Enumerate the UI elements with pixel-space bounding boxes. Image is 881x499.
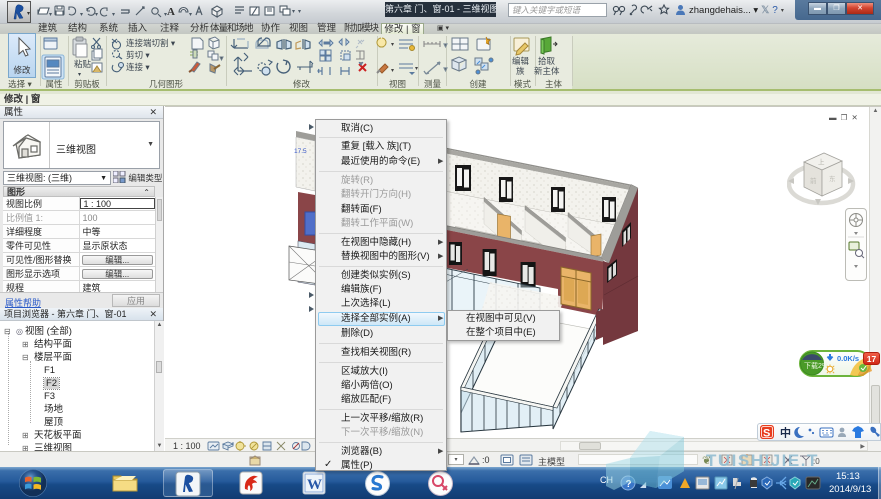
svg-text:A: A	[167, 6, 175, 18]
svg-text:族: 族	[516, 66, 525, 76]
svg-text:▾: ▾	[95, 12, 98, 18]
svg-text:▾: ▾	[220, 56, 223, 62]
svg-text:新主体: 新主体	[534, 66, 560, 76]
svg-text:▾: ▾	[391, 68, 394, 74]
svg-text:下载2%: 下载2%	[804, 361, 828, 370]
svg-text:TUISHIJIE.T: TUISHIJIE.T	[706, 451, 819, 470]
svg-text:中: 中	[780, 426, 791, 440]
svg-text:▾: ▾	[415, 66, 418, 72]
svg-text:粘贴: 粘贴	[74, 59, 92, 69]
svg-text:▾: ▾	[391, 42, 394, 48]
svg-text:▾: ▾	[78, 72, 81, 78]
svg-text:W: W	[307, 477, 322, 493]
svg-text:▾: ▾	[189, 12, 192, 18]
svg-text:▾: ▾	[298, 9, 301, 15]
svg-text:连接 ▾: 连接 ▾	[126, 62, 150, 72]
svg-text:连接端切割 ▾: 连接端切割 ▾	[126, 38, 176, 48]
svg-text:上: 上	[818, 157, 825, 166]
svg-text:S: S	[763, 428, 770, 440]
svg-text:▾: ▾	[444, 43, 447, 49]
svg-text:17.5: 17.5	[294, 148, 307, 155]
svg-text:▾: ▾	[444, 67, 447, 73]
svg-text:东: 东	[829, 174, 836, 183]
svg-text:▾: ▾	[112, 12, 115, 18]
svg-text:0.0K/s: 0.0K/s	[837, 354, 859, 363]
svg-text:▾: ▾	[80, 12, 83, 18]
svg-text:剪切 ▾: 剪切 ▾	[126, 50, 150, 60]
svg-text:拾取: 拾取	[538, 56, 556, 66]
svg-text:▾: ▾	[49, 12, 52, 18]
svg-text:前: 前	[810, 176, 817, 185]
svg-text:▾: ▾	[292, 9, 295, 15]
svg-text:编辑: 编辑	[512, 56, 530, 66]
